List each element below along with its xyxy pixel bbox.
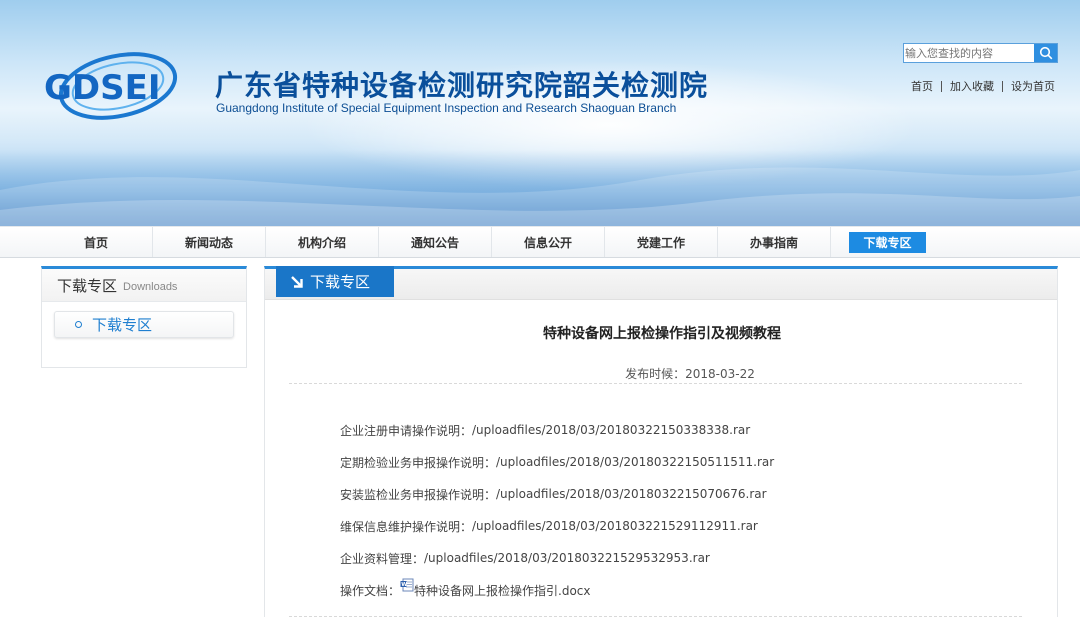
divider	[941, 80, 942, 92]
top-link-set-homepage[interactable]: 设为首页	[1011, 78, 1055, 94]
word-doc-icon: W	[400, 578, 414, 592]
sidebar-title: 下载专区	[57, 276, 118, 295]
main-nav: 首页 新闻动态 机构介绍 通知公告 信息公开 党建工作 办事指南 下载专区	[0, 226, 1080, 258]
site-subtitle: Guangdong Institute of Special Equipment…	[216, 101, 677, 115]
publish-date: 2018-03-22	[685, 367, 755, 381]
file-item: 操作文档： W 特种设备网上报检操作指引.docx	[340, 574, 774, 606]
publish-label: 发布时候：	[625, 367, 686, 381]
svg-text:W: W	[401, 582, 407, 588]
divider	[289, 383, 1022, 384]
nav-item-label: 下载专区	[849, 231, 926, 253]
file-link[interactable]: /uploadfiles/2018/03/20180322150511511.r…	[496, 455, 774, 469]
nav-item-label: 通知公告	[410, 235, 459, 250]
sidebar: 下载专区 Downloads 下载专区	[41, 266, 247, 368]
file-item: 安装监检业务申报操作说明：/uploadfiles/2018/03/201803…	[340, 478, 774, 510]
file-item: 维保信息维护操作说明：/uploadfiles/2018/03/20180322…	[340, 510, 774, 542]
file-label: 定期检验业务申报操作说明：	[340, 455, 497, 470]
file-label: 操作文档：	[340, 583, 401, 598]
top-link-favorite[interactable]: 加入收藏	[950, 78, 994, 94]
nav-item-label: 党建工作	[636, 235, 685, 250]
logo-text: GDSEI	[44, 68, 161, 108]
arrow-down-right-icon	[291, 275, 303, 288]
site-title: 广东省特种设备检测研究院韶关检测院	[215, 69, 709, 102]
nav-item-info[interactable]: 信息公开	[492, 227, 605, 257]
content-tab-label: 下载专区	[310, 273, 371, 291]
file-label: 企业资料管理：	[340, 551, 425, 566]
nav-item-about[interactable]: 机构介绍	[266, 227, 379, 257]
docx-download-link[interactable]: W 特种设备网上报检操作指引.docx	[400, 578, 591, 599]
sidebar-header: 下载专区 Downloads	[42, 269, 246, 302]
file-link[interactable]: /uploadfiles/2018/03/201803221529112911.…	[472, 519, 758, 533]
sidebar-item-downloads[interactable]: 下载专区	[54, 311, 234, 338]
content-panel: 下载专区 特种设备网上报检操作指引及视频教程 发布时候：2018-03-22 企…	[264, 266, 1058, 617]
nav-item-label: 新闻动态	[184, 235, 233, 250]
article-title: 特种设备网上报检操作指引及视频教程	[543, 326, 781, 342]
nav-item-home[interactable]: 首页	[40, 227, 153, 257]
file-label: 企业注册申请操作说明：	[340, 423, 473, 438]
nav-item-downloads[interactable]: 下载专区	[831, 227, 944, 257]
divider	[1002, 80, 1003, 92]
top-links: 首页 加入收藏 设为首页	[905, 78, 1055, 94]
content-header: 下载专区	[265, 266, 1057, 300]
sidebar-item-label: 下载专区	[92, 316, 153, 334]
file-link[interactable]: /uploadfiles/2018/03/2018032215070676.ra…	[496, 487, 767, 501]
header-waves	[0, 167, 1080, 226]
file-item: 企业资料管理：/uploadfiles/2018/03/201803221529…	[340, 542, 774, 574]
nav-item-label: 办事指南	[749, 235, 798, 250]
file-link[interactable]: /uploadfiles/2018/03/20180322150338338.r…	[472, 423, 750, 437]
file-list: 企业注册申请操作说明：/uploadfiles/2018/03/20180322…	[340, 414, 774, 606]
gdsei-logo[interactable]: GDSEI	[40, 42, 186, 130]
nav-item-label: 机构介绍	[297, 235, 346, 250]
file-link[interactable]: /uploadfiles/2018/03/201803221529532953.…	[424, 551, 710, 565]
nav-item-notices[interactable]: 通知公告	[379, 227, 492, 257]
nav-item-news[interactable]: 新闻动态	[153, 227, 266, 257]
file-item: 企业注册申请操作说明：/uploadfiles/2018/03/20180322…	[340, 414, 774, 446]
file-label: 安装监检业务申报操作说明：	[340, 487, 497, 502]
file-label: 维保信息维护操作说明：	[340, 519, 473, 534]
bullet-icon	[75, 321, 82, 328]
content-tab: 下载专区	[276, 266, 394, 297]
nav-item-party[interactable]: 党建工作	[605, 227, 718, 257]
nav-item-label: 信息公开	[523, 235, 572, 250]
docx-filename: 特种设备网上报检操作指引.docx	[414, 583, 591, 598]
nav-item-guide[interactable]: 办事指南	[718, 227, 831, 257]
article-meta: 发布时候：2018-03-22	[265, 365, 1059, 382]
top-link-home[interactable]: 首页	[911, 78, 933, 94]
search-icon	[1039, 46, 1052, 60]
nav-item-label: 首页	[83, 235, 108, 250]
sidebar-title-en: Downloads	[123, 280, 178, 293]
search-button[interactable]	[1034, 44, 1057, 62]
site-header: GDSEI 广东省特种设备检测研究院韶关检测院 Guangdong Instit…	[0, 0, 1080, 226]
search-input[interactable]	[904, 44, 1034, 62]
file-item: 定期检验业务申报操作说明：/uploadfiles/2018/03/201803…	[340, 446, 774, 478]
search-box	[903, 43, 1058, 63]
